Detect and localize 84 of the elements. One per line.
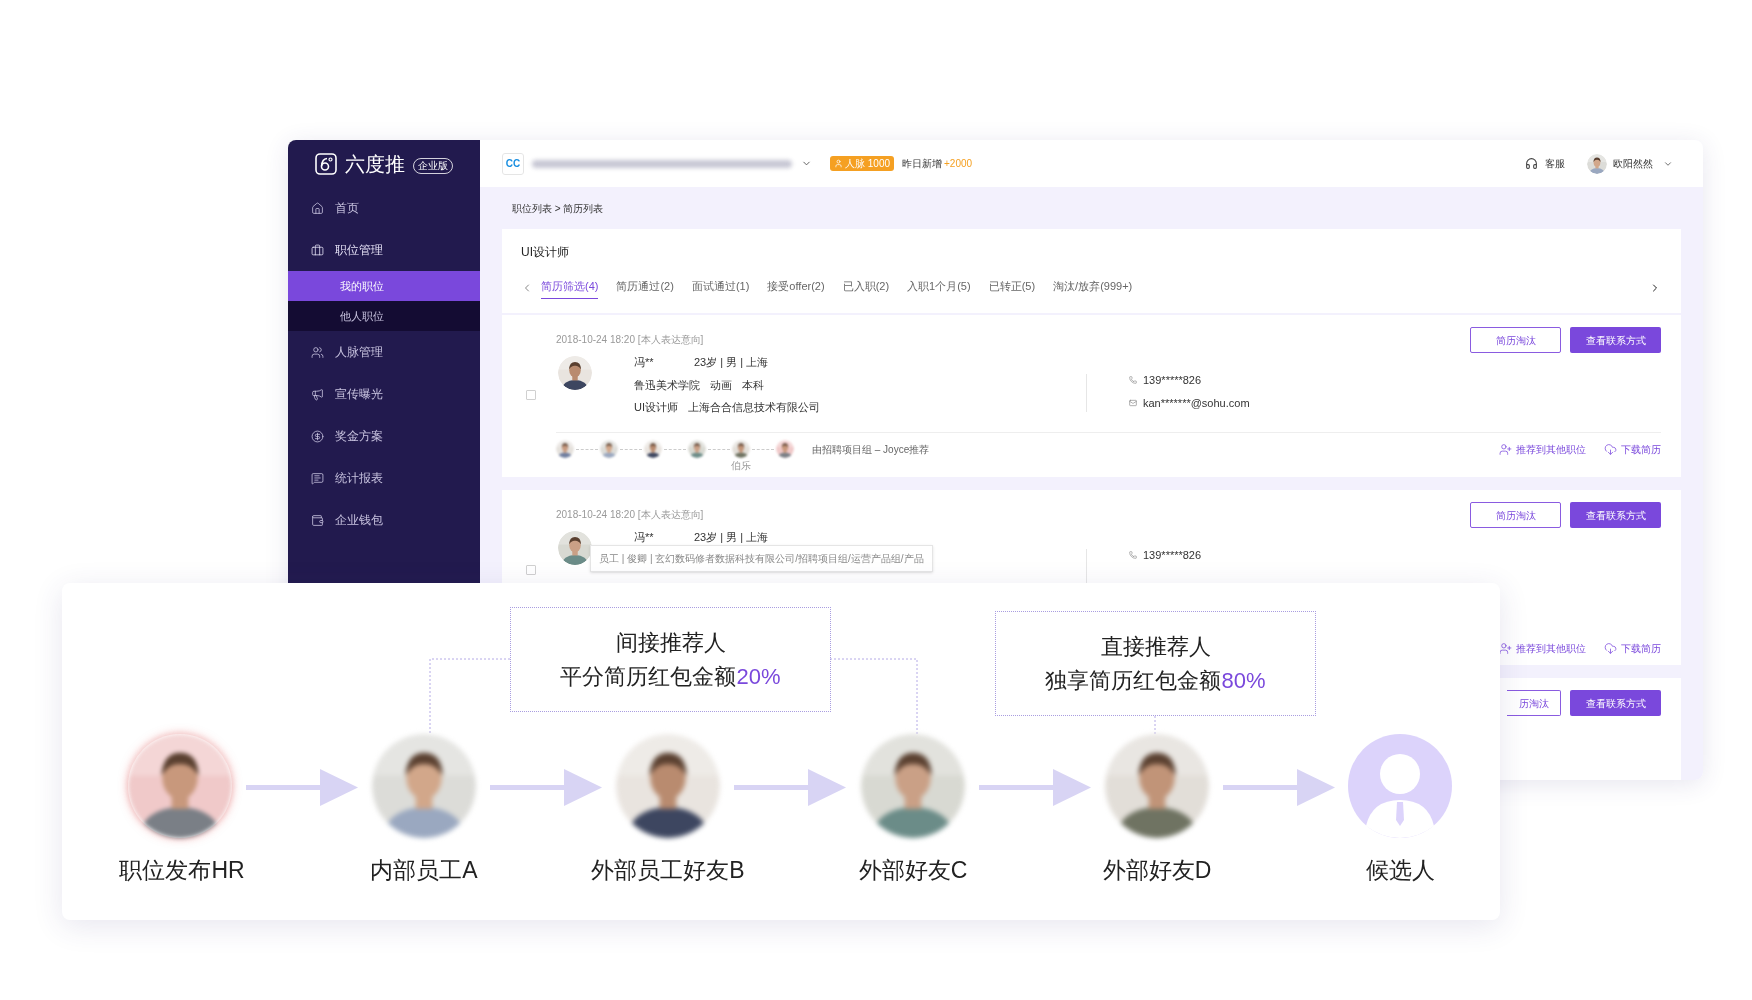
nav-item[interactable]: 职位管理 [288, 229, 480, 271]
new-label: 昨日新增 [902, 157, 943, 171]
reject-button[interactable]: 简历淘汰 [1470, 502, 1561, 528]
new-count: +2000 [944, 157, 973, 171]
node-label: 候选人 [1364, 859, 1436, 882]
referrer-tooltip: 员工 | 俊卿 | 玄幻数码修者数据科技有限公司/招聘项目组/运营产品组/产品 [590, 545, 933, 572]
nav-subitem[interactable]: 他人职位 [288, 301, 480, 331]
nav-item[interactable]: 人脉管理 [288, 331, 480, 373]
nav-subitem[interactable]: 我的职位 [288, 271, 480, 301]
nav-icon [311, 201, 324, 215]
education-text: 本科 [742, 377, 764, 393]
callout-text: 平分简历红包金额20% [560, 665, 781, 688]
education-text: 动画 [710, 377, 732, 393]
status-tab[interactable]: 已入职(2) [842, 278, 890, 299]
nav-icon [311, 387, 324, 401]
nav-item[interactable]: 企业钱包 [288, 499, 480, 541]
company-logo: CC [502, 152, 524, 175]
download-link[interactable]: 下载简历 [1621, 640, 1661, 656]
nav-icon [311, 471, 324, 485]
nav-item[interactable]: 首页 [288, 187, 480, 229]
callout-title: 间接推荐人 [615, 631, 726, 654]
cloud-download-icon [1604, 442, 1617, 456]
contacts-badge: 人脉 1000 [830, 156, 895, 171]
node-label: 外部好友D [1101, 859, 1213, 882]
user-plus-icon [1499, 442, 1512, 456]
date-text: 2018-10-24 18:20 [本人表达意向] [556, 333, 704, 347]
job-title: UI设计师 [520, 244, 570, 261]
user-name[interactable]: 欧阳然然 [1613, 156, 1653, 171]
phone-icon [1129, 551, 1137, 560]
contact-button[interactable]: 查看联系方式 [1570, 327, 1661, 353]
candidate-name: 冯** [634, 355, 655, 370]
callout-text: 独享简历红包金额80% [1045, 669, 1266, 692]
date-text: 2018-10-24 18:20 [本人表达意向] [556, 508, 704, 522]
connector-line [1154, 715, 1156, 735]
nav-icon [311, 513, 324, 527]
nav-icon [311, 429, 324, 443]
reject-button[interactable]: 历淘汰 [1507, 690, 1561, 716]
download-link[interactable]: 下载简历 [1621, 441, 1661, 457]
referrer-label: 伯乐 [731, 459, 751, 473]
user-icon [834, 159, 843, 168]
support-icon[interactable] [1525, 157, 1538, 170]
phone-text: 139*****826 [1143, 548, 1202, 563]
node-label: 职位发布HR [118, 859, 246, 882]
candidate-avatar-icon [1348, 734, 1452, 838]
nav-icon [311, 345, 324, 359]
support-link[interactable]: 客服 [1545, 156, 1565, 171]
select-checkbox[interactable] [526, 390, 536, 400]
education-text: 鲁迅美术学院 [634, 377, 700, 393]
status-tab[interactable]: 面试通过(1) [691, 278, 750, 299]
brand-name: 六度推 [345, 151, 405, 177]
node-label: 外部好友C [857, 859, 969, 882]
phone-text: 139*****826 [1143, 373, 1202, 388]
contact-button[interactable]: 查看联系方式 [1570, 502, 1661, 528]
status-tab[interactable]: 已转正(5) [988, 278, 1036, 299]
candidate-name: 冯** [634, 530, 655, 545]
email-text: kan*******@sohu.com [1143, 395, 1250, 411]
work-text: UI设计师 [634, 400, 678, 415]
nav-item[interactable]: 奖金方案 [288, 415, 480, 457]
phone-icon [1129, 376, 1137, 385]
user-plus-icon [1499, 641, 1512, 655]
callout-title: 直接推荐人 [1100, 635, 1211, 658]
cloud-download-icon [1604, 641, 1617, 655]
nav-item[interactable]: 宣传曝光 [288, 373, 480, 415]
select-checkbox[interactable] [526, 565, 536, 575]
referral-text: 由招聘项目组 – Joyce推荐 [812, 442, 930, 457]
recommend-link[interactable]: 推荐到其他职位 [1516, 640, 1586, 656]
breadcrumb: 职位列表 > 简历列表 [511, 201, 605, 216]
logo-icon [315, 152, 337, 175]
nav-icon [311, 243, 324, 257]
node-label: 内部员工A [369, 859, 479, 882]
reject-button[interactable]: 简历淘汰 [1470, 327, 1561, 353]
contact-button[interactable]: 查看联系方式 [1570, 690, 1661, 716]
recommend-link[interactable]: 推荐到其他职位 [1516, 441, 1586, 457]
status-tab[interactable]: 淘汰/放弃(999+) [1053, 278, 1133, 299]
candidate-info: 23岁 | 男 | 上海 [694, 530, 769, 545]
work-text: 上海合合信息技术有限公司 [688, 400, 820, 415]
candidate-info: 23岁 | 男 | 上海 [694, 355, 769, 370]
status-tab[interactable]: 接受offer(2) [767, 278, 825, 299]
node-label: 外部员工好友B [590, 859, 746, 882]
nav-item[interactable]: 统计报表 [288, 457, 480, 499]
status-tab[interactable]: 入职1个月(5) [907, 278, 971, 299]
mail-icon [1129, 398, 1137, 407]
status-tab[interactable]: 简历筛选(4) [541, 278, 599, 299]
status-tab[interactable]: 简历通过(2) [616, 278, 674, 299]
